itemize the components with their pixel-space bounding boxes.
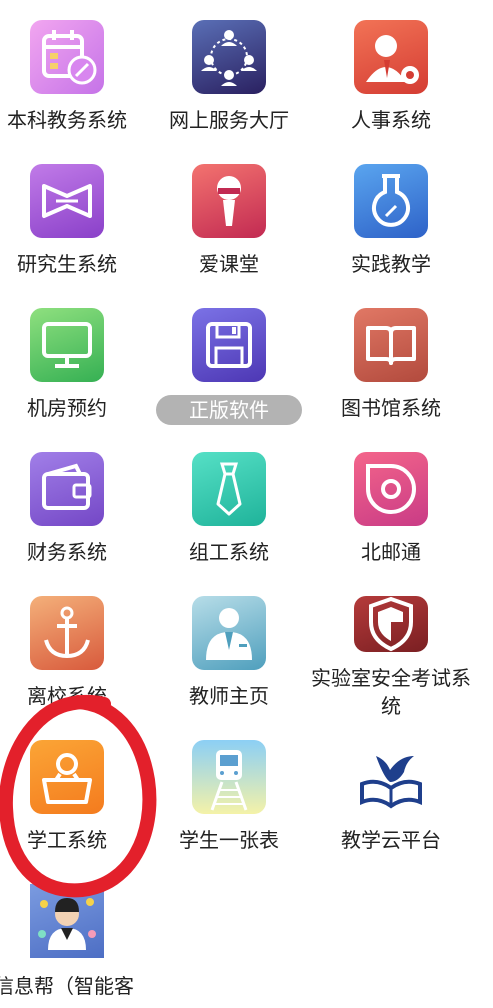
app-label: 实验室安全考试系统 — [311, 666, 471, 718]
app-organization-system[interactable]: 组工系统 — [148, 432, 310, 576]
anchor-icon — [30, 596, 104, 670]
app-label: 北邮通 — [361, 540, 421, 564]
necktie-icon — [192, 452, 266, 526]
wallet-icon — [30, 452, 104, 526]
app-label: 图书馆系统 — [341, 396, 441, 420]
app-label: 爱课堂 — [199, 252, 259, 276]
app-label: 机房预约 — [27, 396, 107, 420]
app-label: 教学云平台 — [341, 828, 441, 852]
app-finance-system[interactable]: 财务系统 — [0, 432, 148, 576]
app-undergrad-academic[interactable]: 本科教务系统 — [0, 0, 148, 144]
open-book-icon — [354, 308, 428, 382]
teacher-suit-icon — [192, 596, 266, 670]
app-ai-classroom[interactable]: 爱课堂 — [148, 144, 310, 288]
people-network-icon — [192, 20, 266, 94]
app-label: 本科教务系统 — [7, 108, 127, 132]
app-label: 学工系统 — [27, 828, 107, 852]
microphone-icon — [192, 164, 266, 238]
app-departure-system[interactable]: 离校系统 — [0, 576, 148, 720]
round-logo-icon — [354, 452, 428, 526]
app-lab-room-booking[interactable]: 机房预约 — [0, 288, 148, 432]
bowtie-icon — [30, 164, 104, 238]
app-student-affairs[interactable]: 学工系统 — [0, 720, 148, 864]
app-label: 离校系统 — [27, 684, 107, 708]
app-label: 正版软件 — [156, 395, 302, 425]
app-label: 研究生系统 — [17, 252, 117, 276]
support-agent-icon — [30, 884, 104, 958]
app-bupt-tong[interactable]: 北邮通 — [310, 432, 472, 576]
app-practice-teaching[interactable]: 实践教学 — [310, 144, 472, 288]
app-online-service-hall[interactable]: 网上服务大厅 — [148, 0, 310, 144]
monitor-icon — [30, 308, 104, 382]
app-teaching-cloud[interactable]: 教学云平台 — [310, 720, 472, 864]
app-label: 网上服务大厅 — [169, 108, 289, 132]
person-phone-icon — [354, 20, 428, 94]
student-desk-icon — [30, 740, 104, 814]
calendar-pencil-icon — [30, 20, 104, 94]
bird-book-icon — [354, 740, 428, 814]
shield-icon — [354, 596, 428, 652]
app-student-form[interactable]: 学生一张表 — [148, 720, 310, 864]
app-licensed-software[interactable]: 正版软件 — [148, 288, 310, 432]
app-library-system[interactable]: 图书馆系统 — [310, 288, 472, 432]
app-label: 组工系统 — [189, 540, 269, 564]
floppy-disk-icon — [192, 308, 266, 382]
app-label: 教师主页 — [189, 684, 269, 708]
app-hr-system[interactable]: 人事系统 — [310, 0, 472, 144]
app-label: 人事系统 — [351, 108, 431, 132]
flask-icon — [354, 164, 428, 238]
app-teacher-homepage[interactable]: 教师主页 — [148, 576, 310, 720]
app-lab-safety-exam[interactable]: 实验室安全考试系统 — [310, 576, 472, 720]
app-label: 实践教学 — [351, 252, 431, 276]
train-track-icon — [192, 740, 266, 814]
app-label: 学生一张表 — [179, 828, 279, 852]
app-graduate-system[interactable]: 研究生系统 — [0, 144, 148, 288]
app-grid: 本科教务系统 网上服务大厅 人事系统 研究生系统 爱课堂 实践教学 机房预约 正… — [0, 0, 471, 1008]
app-label: 财务系统 — [27, 540, 107, 564]
